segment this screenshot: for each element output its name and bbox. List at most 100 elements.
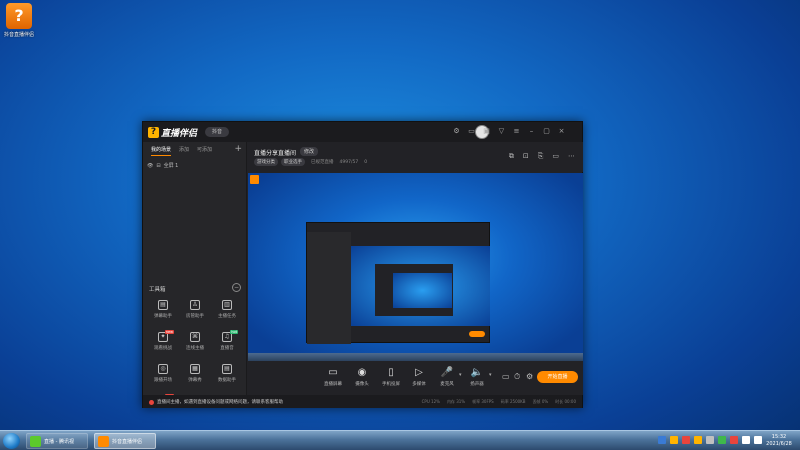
tray-icon[interactable] — [754, 436, 762, 444]
screen-icon[interactable]: ▣ — [482, 127, 491, 136]
tool-label: 主播任务 — [218, 314, 236, 319]
edit-title-button[interactable]: 修改 — [300, 147, 319, 156]
tool-icon: ▦ — [190, 364, 200, 374]
sidebar: 我的场景 添加 可添加 + 👁 ⊟ 全屏 1 工具箱 − ▤ 弹幕助手 ♙ 房管助手 ▥… — [143, 142, 247, 406]
tray-icon[interactable] — [730, 436, 738, 444]
tool-icon: ◎ — [158, 364, 168, 374]
tray-icon[interactable] — [718, 436, 726, 444]
screen-capture-button[interactable]: ▭ 直播屏幕 — [319, 367, 347, 387]
douyin-companion-icon: ? — [6, 3, 32, 29]
role-tag[interactable]: 职业选手 — [281, 158, 305, 166]
record-icon[interactable]: ▭ — [552, 152, 559, 161]
phone-icon: ▯ — [388, 367, 394, 378]
share-icon[interactable]: ⋯ — [568, 152, 575, 161]
lock-icon[interactable]: ⊡ — [523, 152, 529, 161]
settings-icon[interactable]: ⚙ — [526, 372, 533, 381]
screenshot-icon[interactable]: ⧉ — [509, 152, 514, 161]
tab-my-scenes[interactable]: 我的场景 — [151, 144, 172, 156]
windows-taskbar: 直播 - 腾讯视 抖音直播伴侣 15:32 2021/6/28 — [0, 430, 800, 450]
tool-item[interactable]: ▤ 数据助手 — [211, 364, 243, 390]
tool-item[interactable]: ▥ 主播任务 — [211, 300, 243, 326]
tool-item[interactable]: ◎ 跟播开场 — [147, 364, 179, 390]
notice-text: 直播间主播，如遇到直播设备问题或网络问题，请联系客服帮助 — [157, 400, 283, 405]
tool-item[interactable]: ♫ 直播音 hot — [211, 330, 243, 358]
stat-item: CPU 12% — [421, 399, 440, 404]
performance-stats: CPU 12% 内存 31% 帧率 30FPS 码率 2500KB 丢帧 0% 时长 00… — [422, 399, 576, 405]
skin-icon[interactable]: ⚙ — [452, 127, 461, 136]
tray-icon[interactable] — [658, 436, 666, 444]
tool-item[interactable]: ♙ 房管助手 — [179, 300, 211, 326]
browser-icon — [30, 435, 41, 447]
notice[interactable]: 直播间主播，如遇到直播设备问题或网络问题，请联系客服帮助 — [149, 399, 283, 405]
visibility-icon[interactable]: 👁 — [147, 163, 153, 169]
tool-badge: hot — [230, 330, 238, 334]
tray-icon[interactable] — [706, 436, 714, 444]
microphone-button[interactable]: 🎤 麦克风 — [433, 367, 461, 387]
stream-preview[interactable] — [248, 173, 583, 361]
collapse-icon[interactable]: − — [232, 283, 241, 292]
maximize-icon[interactable]: ▢ — [542, 127, 551, 136]
start-live-button[interactable]: 开始直播 — [537, 371, 578, 383]
nested-window-inner — [375, 264, 453, 316]
minimize-icon[interactable]: – — [527, 127, 536, 136]
tool-item[interactable]: ⌘ 连线主播 — [179, 332, 211, 358]
export-icon[interactable]: ⎘ — [538, 152, 544, 161]
stat-item: 丢帧 0% — [532, 399, 549, 404]
tool-label: 数据助手 — [218, 378, 236, 383]
tray-icon[interactable] — [742, 436, 750, 444]
start-button[interactable] — [3, 433, 20, 449]
app-logo: ? 直播伴侣 — [148, 126, 197, 139]
taskbar-item-companion[interactable]: 抖音直播伴侣 — [94, 433, 156, 449]
add-scene-icon[interactable]: + — [234, 144, 242, 154]
tool-label: 跟播开场 — [154, 378, 172, 383]
tool-icon: ▤ — [222, 364, 232, 374]
tool-item[interactable]: ▦ 弹幕秀 — [179, 364, 211, 390]
speaker-icon: 🔈 — [470, 367, 484, 378]
tray-icon[interactable] — [694, 436, 702, 444]
warning-icon — [149, 399, 154, 405]
tool-icon: ▥ — [222, 300, 232, 310]
nested-go-live — [469, 331, 485, 337]
status-text: 已规范直播 — [311, 160, 334, 165]
tool-item[interactable]: ✦ 观看挑战 new — [147, 330, 179, 358]
app-title: 直播伴侣 — [161, 129, 198, 139]
stat-item: 内存 31% — [446, 399, 466, 404]
message-icon[interactable]: ▭ — [467, 127, 476, 136]
tool-label: 观看挑战 — [154, 346, 172, 351]
camera-button[interactable]: ◉ 摄像头 — [348, 367, 376, 387]
tool-badge: new — [164, 330, 174, 334]
tool-icon: ▤ — [158, 300, 168, 310]
nested-sidebar — [307, 232, 351, 344]
tab-add[interactable]: 添加 — [179, 144, 189, 156]
desktop-app-icon[interactable]: ? 抖音直播伴侣 — [3, 3, 35, 38]
mic-dropdown-icon[interactable]: ▾ — [459, 372, 462, 378]
live-header: 直播分享直播间 修改 游戏分类 职业选手 已规范直播 4997/57 0 ⧉ ⊡… — [248, 142, 583, 172]
source-item[interactable]: 👁 ⊟ 全屏 1 — [147, 162, 178, 170]
clock[interactable]: 15:32 2021/6/28 — [764, 434, 794, 448]
record-video-icon[interactable]: ▭ — [502, 372, 510, 381]
filter-icon[interactable]: ▽ — [497, 127, 506, 136]
tool-item[interactable]: ▤ 弹幕助手 — [147, 300, 179, 326]
phone-cast-button[interactable]: ▯ 手机投屏 — [377, 367, 405, 387]
status-bar: 直播间主播，如遇到直播设备问题或网络问题，请联系客服帮助 CPU 12% 内存 3… — [143, 395, 582, 408]
tool-icon: ⌘ — [190, 332, 200, 342]
tool-label: 直播音 — [220, 346, 234, 351]
viewer-count: 0 — [364, 159, 368, 165]
lock-icon[interactable]: ⊟ — [156, 163, 160, 169]
category-tag[interactable]: 游戏分类 — [254, 158, 278, 166]
tab-available[interactable]: 可添加 — [197, 144, 212, 156]
tool-label: 房管助手 — [186, 314, 204, 319]
tray-icon[interactable] — [682, 436, 690, 444]
region-selector[interactable]: 抖音 — [205, 127, 229, 137]
tool-label: 弹幕秀 — [188, 378, 202, 383]
media-button[interactable]: ▷ 多媒体 — [405, 367, 433, 387]
scene-tabs: 我的场景 添加 可添加 — [143, 144, 247, 156]
timer-icon[interactable]: ⏱ — [514, 372, 520, 382]
close-icon[interactable]: × — [557, 127, 566, 136]
menu-icon[interactable]: ≡ — [512, 127, 521, 136]
tray-icon[interactable] — [670, 436, 678, 444]
taskbar-item-browser[interactable]: 直播 - 腾讯视 — [26, 433, 88, 449]
speaker-button[interactable]: 🔈 扬声器 — [463, 367, 491, 387]
live-room-title: 直播分享直播间 — [254, 150, 297, 157]
speaker-dropdown-icon[interactable]: ▾ — [489, 372, 492, 378]
